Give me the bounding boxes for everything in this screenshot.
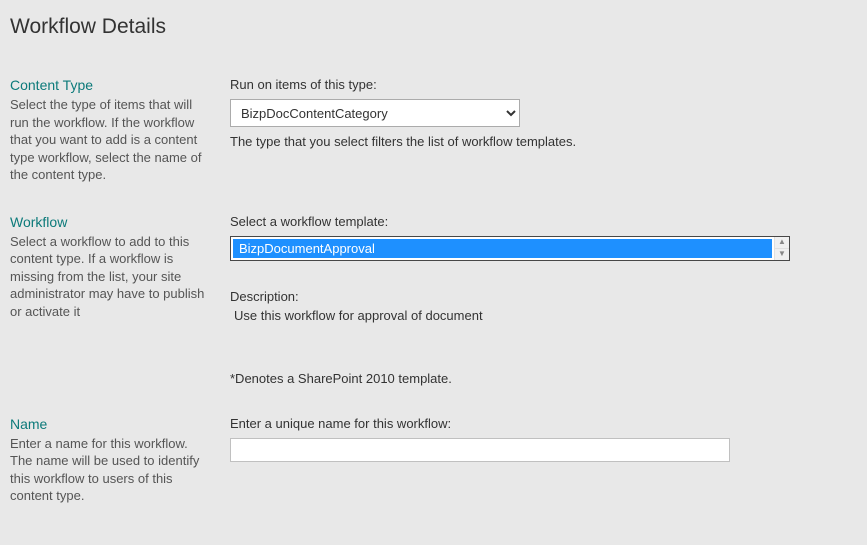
name-heading: Name — [10, 416, 210, 432]
chevron-up-icon: ▲ — [778, 238, 786, 246]
workflow-template-listbox[interactable]: BizpDocumentApproval ▲ ▼ — [230, 236, 790, 261]
content-type-select[interactable]: BizpDocContentCategory — [230, 99, 520, 127]
section-workflow: Workflow Select a workflow to add to thi… — [10, 214, 857, 386]
section-content-type: Content Type Select the type of items th… — [10, 77, 857, 184]
content-type-description: Select the type of items that will run t… — [10, 96, 210, 184]
spinner-down-button[interactable]: ▼ — [775, 249, 789, 260]
workflow-template-label: Select a workflow template: — [230, 214, 857, 229]
workflow-heading: Workflow — [10, 214, 210, 230]
content-type-label: Run on items of this type: — [230, 77, 857, 92]
workflow-desc-text: Use this workflow for approval of docume… — [230, 308, 857, 323]
page-title: Workflow Details — [10, 15, 857, 39]
section-name: Name Enter a name for this workflow. The… — [10, 416, 857, 505]
chevron-down-icon: ▼ — [778, 250, 786, 258]
spinner-up-button[interactable]: ▲ — [775, 237, 789, 249]
content-type-info: Content Type Select the type of items th… — [10, 77, 225, 184]
workflow-footnote: *Denotes a SharePoint 2010 template. — [230, 371, 857, 386]
workflow-template-item-selected[interactable]: BizpDocumentApproval — [233, 239, 772, 258]
name-info: Name Enter a name for this workflow. The… — [10, 416, 225, 505]
name-description: Enter a name for this workflow. The name… — [10, 435, 210, 505]
content-type-help: The type that you select filters the lis… — [230, 134, 857, 149]
name-label: Enter a unique name for this workflow: — [230, 416, 857, 431]
workflow-template-spinner: ▲ ▼ — [774, 237, 789, 260]
workflow-details-form: Content Type Select the type of items th… — [10, 77, 857, 505]
content-type-heading: Content Type — [10, 77, 210, 93]
workflow-info: Workflow Select a workflow to add to thi… — [10, 214, 225, 386]
workflow-name-input[interactable] — [230, 438, 730, 462]
workflow-description: Select a workflow to add to this content… — [10, 233, 210, 321]
workflow-desc-label: Description: — [230, 289, 857, 304]
